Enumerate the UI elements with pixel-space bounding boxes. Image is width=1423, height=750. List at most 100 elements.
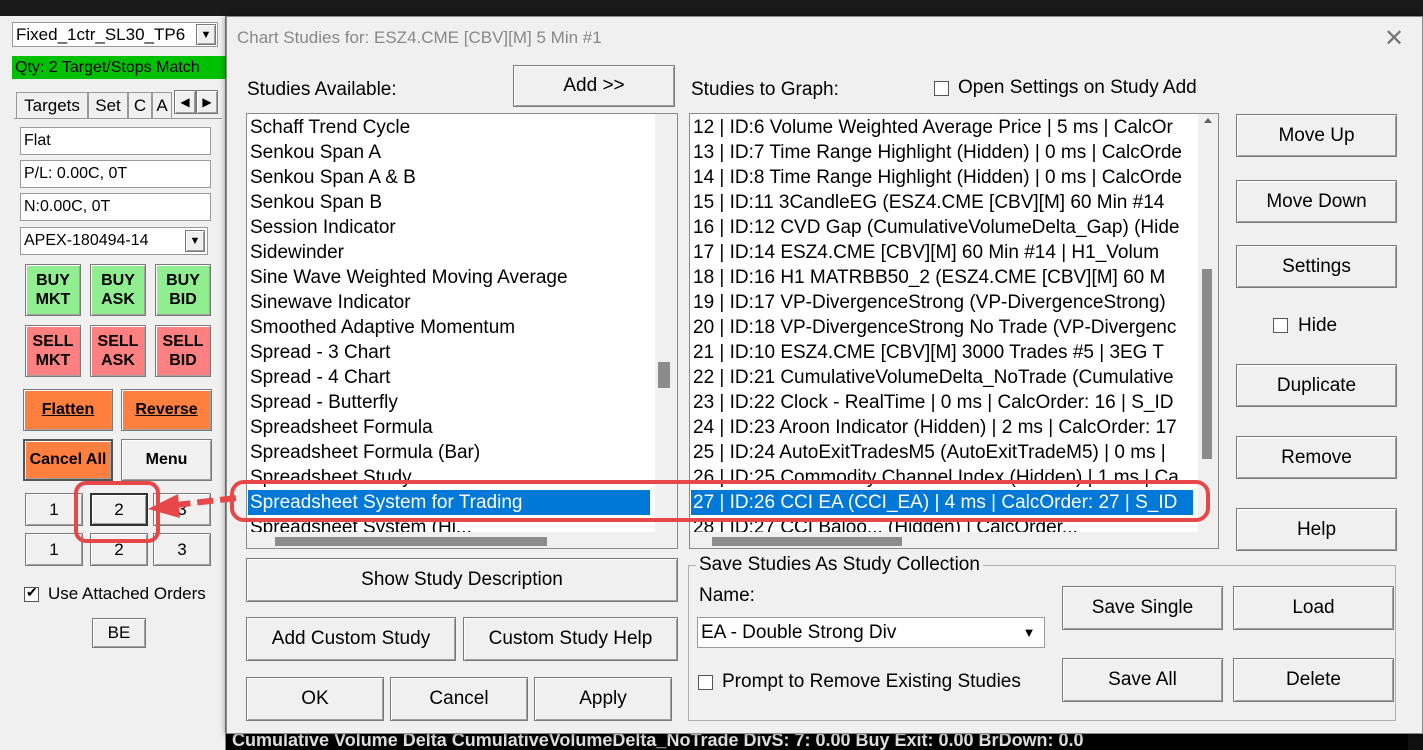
studies-to-graph-item[interactable]: 26 | ID:25 Commodity Channel Index (Hidd…	[693, 465, 1195, 490]
studies-to-graph-item[interactable]: 22 | ID:21 CumulativeVolumeDelta_NoTrade…	[693, 365, 1195, 390]
studies-available-item[interactable]: Sidewinder	[250, 240, 652, 265]
close-icon[interactable]: ✕	[1382, 26, 1406, 52]
sell-mkt-line1: SELL	[32, 333, 74, 350]
settings-button[interactable]: Settings	[1236, 245, 1397, 288]
studies-available-item[interactable]: Schaff Trend Cycle	[250, 115, 652, 140]
studies-available-item[interactable]: Spread - 4 Chart	[250, 365, 652, 390]
studies-to-graph-item[interactable]: 14 | ID:8 Time Range Highlight (Hidden) …	[693, 165, 1195, 190]
use-attached-orders-checkbox[interactable]: ✔	[24, 584, 39, 602]
studies-available-item[interactable]: Senkou Span A & B	[250, 165, 652, 190]
studies-available-vscroll-thumb[interactable]	[658, 362, 670, 388]
studies-available-item[interactable]: Sinewave Indicator	[250, 290, 652, 315]
cancel-all-button[interactable]: Cancel All	[23, 439, 113, 481]
tab-scroll-left-icon[interactable]: ◀	[174, 90, 196, 114]
remove-button[interactable]: Remove	[1236, 436, 1397, 479]
studies-available-item[interactable]: Spreadsheet Study	[250, 465, 652, 490]
studies-to-graph-item[interactable]: 17 | ID:14 ESZ4.CME [CBV][M] 60 Min #14 …	[693, 240, 1195, 265]
qty-row2-1[interactable]: 1	[25, 533, 83, 566]
study-collection-group-label: Save Studies As Study Collection	[696, 554, 983, 578]
studies-to-graph-item[interactable]: 20 | ID:18 VP-DivergenceStrong No Trade …	[693, 315, 1195, 340]
studies-to-graph-item[interactable]: 15 | ID:11 3CandleEG (ESZ4.CME [CBV][M] …	[693, 190, 1195, 215]
qty-row1-2[interactable]: 2	[90, 493, 148, 526]
hide-checkbox[interactable]	[1273, 318, 1288, 333]
strategy-select-dropdown[interactable]: ▼	[196, 24, 216, 45]
duplicate-button[interactable]: Duplicate	[1236, 364, 1397, 407]
ok-button[interactable]: OK	[246, 677, 384, 721]
reverse-button[interactable]: Reverse	[121, 389, 212, 431]
tab-c[interactable]: C	[128, 92, 152, 119]
studies-available-item[interactable]: Senkou Span B	[250, 190, 652, 215]
move-down-button[interactable]: Move Down	[1236, 180, 1397, 223]
studies-to-graph-item[interactable]: 18 | ID:16 H1 MATRBB50_2 (ESZ4.CME [CBV]…	[693, 265, 1195, 290]
collection-name-select[interactable]: EA - Double Strong Div	[697, 617, 1045, 648]
tab-targets[interactable]: Targets	[16, 92, 88, 119]
studies-to-graph-hscroll-thumb[interactable]	[712, 537, 902, 546]
tab-set[interactable]: Set	[88, 92, 128, 119]
sell-mkt-button[interactable]: SELL MKT	[25, 325, 81, 377]
menu-button[interactable]: Menu	[121, 439, 212, 481]
show-study-description-button[interactable]: Show Study Description	[246, 558, 678, 602]
studies-available-item[interactable]: Spreadsheet Formula (Bar)	[250, 440, 652, 465]
studies-available-item[interactable]: Spread - Butterfly	[250, 390, 652, 415]
account-select-dropdown[interactable]: ▼	[185, 230, 205, 252]
custom-study-help-button[interactable]: Custom Study Help	[463, 617, 678, 661]
account-select[interactable]: APEX-180494-14	[20, 227, 208, 255]
studies-to-graph-item[interactable]: 27 | ID:26 CCI EA (CCI_EA) | 4 ms | Calc…	[691, 490, 1193, 515]
studies-to-graph-item[interactable]: 12 | ID:6 Volume Weighted Average Price …	[693, 115, 1195, 140]
studies-to-graph-item[interactable]: 19 | ID:17 VP-DivergenceStrong (VP-Diver…	[693, 290, 1195, 315]
delete-button[interactable]: Delete	[1233, 658, 1394, 702]
buy-mkt-line2: MKT	[35, 291, 71, 308]
tab-scroll-right-icon[interactable]: ▶	[196, 90, 218, 114]
studies-available-item[interactable]: Spreadsheet System for Trading	[248, 490, 650, 515]
add-study-button[interactable]: Add >>	[513, 65, 675, 107]
buy-mkt-button[interactable]: BUY MKT	[25, 264, 81, 316]
studies-to-graph-vscroll[interactable]	[1198, 114, 1218, 532]
save-all-button[interactable]: Save All	[1062, 658, 1223, 702]
qty-row2-3[interactable]: 3	[153, 533, 211, 566]
qty-row2-2[interactable]: 2	[90, 533, 148, 566]
use-attached-orders-label: Use Attached Orders	[48, 584, 206, 603]
studies-available-item[interactable]: Senkou Span A	[250, 140, 652, 165]
studies-available-item[interactable]: Smoothed Adaptive Momentum	[250, 315, 652, 340]
move-up-button[interactable]: Move Up	[1236, 114, 1397, 157]
strategy-select[interactable]: Fixed_1ctr_SL30_TP6	[12, 22, 218, 47]
n-field: N:0.00C, 0T	[20, 193, 211, 221]
qty-row1-1[interactable]: 1	[25, 493, 83, 526]
flatten-button[interactable]: Flatten	[23, 389, 113, 431]
load-button[interactable]: Load	[1233, 586, 1394, 630]
prompt-remove-label: Prompt to Remove Existing Studies	[722, 671, 1021, 692]
sell-bid-button[interactable]: SELL BID	[155, 325, 211, 377]
collection-dropdown-icon[interactable]: ▼	[1018, 622, 1040, 644]
cancel-button[interactable]: Cancel	[390, 677, 528, 721]
studies-to-graph-vscroll-thumb[interactable]	[1202, 269, 1212, 459]
studies-to-graph-item[interactable]: 13 | ID:7 Time Range Highlight (Hidden) …	[693, 140, 1195, 165]
studies-to-graph-hscroll[interactable]	[690, 532, 1218, 548]
studies-available-vscroll[interactable]	[655, 114, 677, 532]
studies-to-graph-item[interactable]: 23 | ID:22 Clock - RealTime | 0 ms | Cal…	[693, 390, 1195, 415]
studies-available-item[interactable]: Spreadsheet Formula	[250, 415, 652, 440]
save-single-button[interactable]: Save Single	[1062, 586, 1223, 630]
studies-to-graph-item[interactable]: 24 | ID:23 Aroon Indicator (Hidden) | 2 …	[693, 415, 1195, 440]
studies-available-item[interactable]: Spread - 3 Chart	[250, 340, 652, 365]
studies-to-graph-list[interactable]: 12 | ID:6 Volume Weighted Average Price …	[689, 113, 1219, 549]
scroll-up-arrow-icon[interactable]	[1204, 118, 1212, 123]
studies-available-item[interactable]: Sine Wave Weighted Moving Average	[250, 265, 652, 290]
help-button[interactable]: Help	[1236, 508, 1397, 551]
apply-button[interactable]: Apply	[534, 677, 672, 721]
add-custom-study-button[interactable]: Add Custom Study	[246, 617, 456, 661]
sell-ask-button[interactable]: SELL ASK	[90, 325, 146, 377]
studies-available-list[interactable]: Schaff Trend Cycle Senkou Span A Senkou Sp…	[246, 113, 678, 549]
studies-to-graph-item[interactable]: 25 | ID:24 AutoExitTradesM5 (AutoExitTra…	[693, 440, 1195, 465]
open-settings-checkbox[interactable]	[934, 81, 949, 96]
be-button[interactable]: BE	[92, 618, 146, 648]
buy-ask-button[interactable]: BUY ASK	[90, 264, 146, 316]
tab-a[interactable]: A	[152, 92, 172, 119]
qty-row1-3[interactable]: 3	[153, 493, 211, 526]
studies-to-graph-item[interactable]: 16 | ID:12 CVD Gap (CumulativeVolumeDelt…	[693, 215, 1195, 240]
studies-to-graph-item[interactable]: 21 | ID:10 ESZ4.CME [CBV][M] 3000 Trades…	[693, 340, 1195, 365]
buy-bid-button[interactable]: BUY BID	[155, 264, 211, 316]
prompt-remove-checkbox[interactable]	[698, 675, 713, 690]
studies-available-hscroll-thumb[interactable]	[275, 537, 547, 546]
studies-available-item[interactable]: Session Indicator	[250, 215, 652, 240]
studies-available-hscroll[interactable]	[247, 532, 677, 548]
